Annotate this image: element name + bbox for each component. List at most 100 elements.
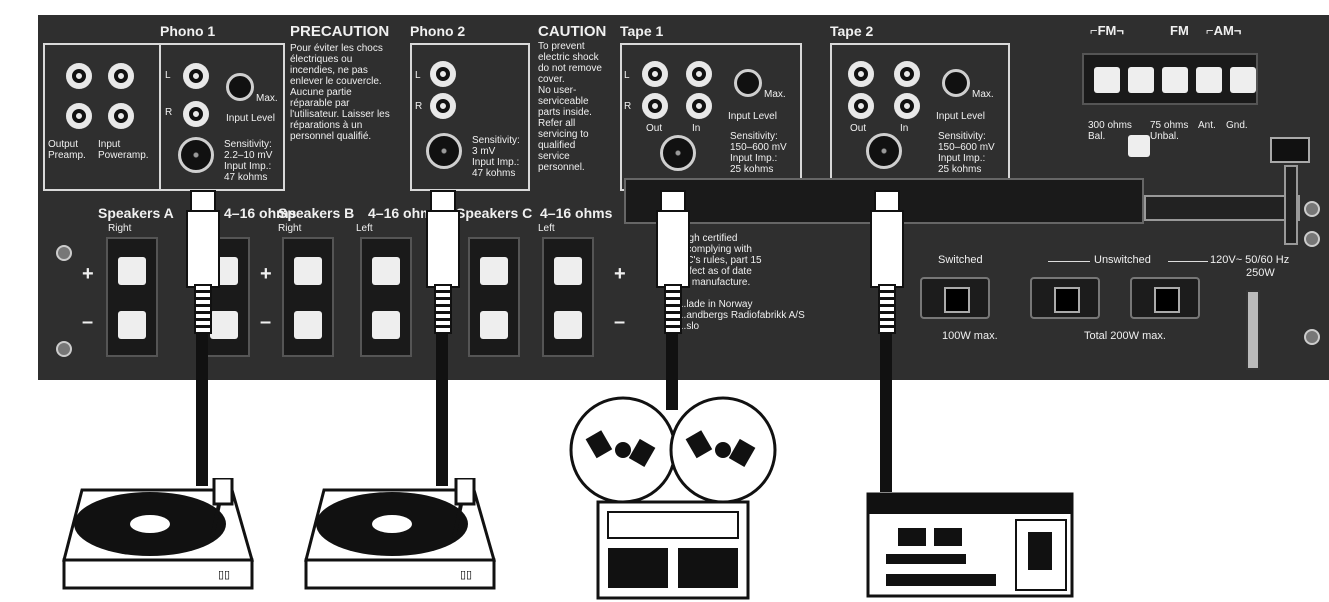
phono2-r-label: R [415, 101, 423, 112]
fm-75-terminal[interactable] [1162, 67, 1188, 93]
speaker-terminal[interactable] [294, 257, 322, 285]
phono1-level-knob[interactable] [226, 73, 254, 101]
tape2-din-socket[interactable] [866, 133, 902, 169]
tape1-in-right-jack[interactable] [686, 93, 712, 119]
speaker-terminal[interactable] [554, 311, 582, 339]
poweramp-in-right-jack[interactable] [108, 103, 134, 129]
phono1-title: Phono 1 [160, 23, 216, 39]
preamp-out-left-jack[interactable] [66, 63, 92, 89]
ant-label: Ant. [1198, 120, 1216, 131]
speakers-plus-2: + [260, 263, 272, 285]
tape2-strain-relief [878, 284, 896, 334]
phono1-input-level-label: Input Level [226, 113, 275, 124]
preamp-link-box [43, 43, 161, 191]
tape2-title: Tape 2 [830, 23, 874, 39]
speakers-b-left-label: Left [356, 223, 373, 234]
speaker-terminal[interactable] [372, 311, 400, 339]
watts-label: 250W [1246, 267, 1275, 279]
total-label: Total 200W max. [1084, 330, 1166, 342]
phono2-left-jack[interactable] [430, 61, 456, 87]
tape2-plug-tip [874, 190, 900, 212]
phono2-sensitivity: Sensitivity: 3 mV Input Imp.: 47 kohms [472, 135, 520, 179]
tape1-out-right-jack[interactable] [642, 93, 668, 119]
tape2-in-label: In [900, 123, 909, 134]
phono2-right-jack[interactable] [430, 93, 456, 119]
turntable-2: ▯▯ [304, 478, 496, 590]
tape1-in-left-jack[interactable] [686, 61, 712, 87]
tape1-din-socket[interactable] [660, 135, 696, 171]
unswitched-label: Unswitched [1094, 254, 1151, 266]
tape1-title: Tape 1 [620, 23, 664, 39]
speaker-a-right-terminals [106, 237, 158, 357]
precaution-text: Pour éviter les chocs électriques ou inc… [290, 43, 390, 142]
tape1-level-knob[interactable] [734, 69, 762, 97]
cable-phono2 [436, 330, 448, 486]
impedance-switch[interactable] [1128, 135, 1150, 157]
preamp-out-right-jack[interactable] [66, 103, 92, 129]
max100-label: 100W max. [942, 330, 998, 342]
caution-text: To prevent electric shock do not remove … [538, 41, 602, 173]
phono2-l-label: L [415, 70, 421, 81]
antenna-terminal-block [1082, 53, 1258, 105]
tape2-in-right-jack[interactable] [894, 93, 920, 119]
tape2-input-level-label: Input Level [936, 111, 985, 122]
poweramp-in-left-jack[interactable] [108, 63, 134, 89]
switched-outlet[interactable] [920, 277, 990, 319]
phono1-din-socket[interactable] [178, 137, 214, 173]
reel-to-reel-deck [569, 396, 777, 600]
cassette-deck [866, 492, 1074, 598]
am-gnd-terminal[interactable] [1230, 67, 1256, 93]
speakers-a-label: Speakers A [98, 205, 174, 221]
screw [56, 245, 72, 261]
cable-phono1 [196, 330, 208, 486]
speaker-b-left-terminals [360, 237, 412, 357]
strain-relief-arm [1144, 195, 1300, 221]
tape2-out-right-jack[interactable] [848, 93, 874, 119]
speakers-b-label: Speakers B [278, 205, 355, 221]
unswitched-line-right [1168, 261, 1208, 262]
tape1-r-label: R [624, 101, 632, 112]
speaker-c-left-terminals [542, 237, 594, 357]
phono1-sensitivity: Sensitivity: 2.2–10 mV Input Imp.: 47 ko… [224, 139, 273, 183]
phono1-plug-tip [190, 190, 216, 212]
phono2-din-socket[interactable] [426, 133, 462, 169]
speaker-terminal[interactable] [480, 311, 508, 339]
speaker-terminal[interactable] [210, 311, 238, 339]
speaker-terminal[interactable] [118, 257, 146, 285]
unswitched-outlet-2[interactable] [1130, 277, 1200, 319]
phono1-r-label: R [165, 107, 173, 118]
speaker-terminal[interactable] [294, 311, 322, 339]
unswitched-outlet-1[interactable] [1030, 277, 1100, 319]
svg-text:▯▯: ▯▯ [218, 569, 230, 581]
phono2-plug-tip [430, 190, 456, 212]
power-cord [1246, 290, 1260, 370]
fm-300-terminal-1[interactable] [1094, 67, 1120, 93]
tape1-max-label: Max. [764, 89, 786, 100]
speakers-b-right-label: Right [278, 223, 302, 234]
am-ant-terminal[interactable] [1196, 67, 1222, 93]
am-header: ⌐AM¬ [1206, 23, 1242, 38]
phono1-strain-relief [194, 284, 212, 334]
fm-300-terminal-2[interactable] [1128, 67, 1154, 93]
speakers-minus-2: – [260, 311, 272, 333]
speaker-terminal[interactable] [118, 311, 146, 339]
tape1-in-label: In [692, 123, 701, 134]
speaker-terminal[interactable] [480, 257, 508, 285]
speakers-c-label: Speakers C [456, 205, 533, 221]
tape2-level-knob[interactable] [942, 69, 970, 97]
speakers-plus-1: + [82, 263, 94, 285]
tape2-out-left-jack[interactable] [848, 61, 874, 87]
strain-relief-post [1284, 165, 1298, 245]
speaker-terminal[interactable] [372, 257, 400, 285]
ground-clamp [1270, 137, 1310, 163]
speakers-minus-1: – [82, 311, 94, 333]
phono1-right-jack[interactable] [183, 101, 209, 127]
phono1-l-label: L [165, 70, 171, 81]
tape1-out-left-jack[interactable] [642, 61, 668, 87]
tape2-sensitivity: Sensitivity: 150–600 mV Input Imp.: 25 k… [938, 131, 995, 175]
speaker-terminal[interactable] [554, 257, 582, 285]
tape1-plug-tip [660, 190, 686, 212]
phono1-left-jack[interactable] [183, 63, 209, 89]
screw [1304, 329, 1320, 345]
tape2-in-left-jack[interactable] [894, 61, 920, 87]
